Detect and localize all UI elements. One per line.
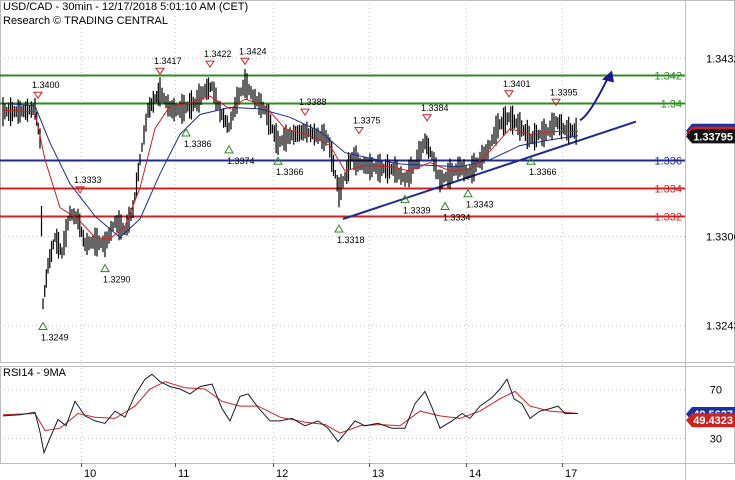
key-level-label: 1.334 [654,184,682,196]
key-level-label: 1.342 [654,71,682,83]
price-chart: 1.342 1.34 1.336 1.334 1.332 1.3400 1.3417 1.3… [0,0,735,480]
swing-low-marker [100,263,110,273]
swing-low-label: 1.3249 [41,333,69,343]
swing-high-label: 1.3401 [503,79,531,89]
x-tick-label: 12 [276,468,288,480]
swing-low-label: 1.3366 [529,167,557,177]
swing-high-label: 1.3388 [299,97,327,107]
swing-low-label: 1.3386 [184,139,212,149]
rsi-tick-label: 30 [710,434,722,446]
swing-high-label: 1.3384 [421,103,449,113]
key-level-label: 1.332 [654,212,682,224]
projection-arrow-line [579,73,611,122]
key-level-label: 1.336 [654,156,682,168]
rsi-badge: 49.4323 [693,415,733,427]
swing-low-marker [334,224,344,233]
x-tick-label: 11 [178,468,189,480]
swing-low-marker [38,321,48,331]
swing-high-marker [354,127,364,135]
rsi-line [2,373,578,455]
swing-high-marker [422,114,432,122]
rsi-tick-label: 70 [710,385,722,397]
rsi-ma-line [2,381,579,434]
swing-low-label: 1.3290 [103,275,131,285]
swing-high-marker [155,67,165,76]
x-tick-label: 13 [372,468,384,480]
price-tick-label: 1.3306 [706,232,735,244]
swing-high-marker [240,57,250,66]
swing-low-marker [181,127,191,137]
swing-high-label: 1.3400 [32,80,60,90]
swing-high-marker [205,60,215,69]
swing-high-marker [300,108,310,117]
swing-high-label: 1.3417 [154,56,182,66]
price-tick-label: 1.3243 [706,321,735,333]
projection-arrow-head [602,70,614,83]
swing-high-label: 1.3422 [204,49,232,59]
price-badge: 1.33795 [693,131,733,143]
swing-low-marker [440,201,450,210]
swing-low-label: 1.3343 [466,200,494,210]
swing-low-label: 1.3318 [337,235,365,245]
swing-high-label: 1.3424 [239,46,267,56]
key-level-label: 1.34 [661,99,682,111]
swing-low-label: 1.3334 [443,212,471,222]
swing-high-label: 1.3375 [353,116,381,126]
swing-high-marker [33,91,43,100]
x-tick-label: 14 [469,468,481,480]
price-tick-label: 1.3432 [706,54,735,66]
swing-low-marker [224,144,234,154]
swing-high-marker [504,90,514,98]
price-panel-frame [0,0,735,363]
x-tick-label: 10 [84,468,96,480]
x-tick-label: 17 [565,468,577,480]
swing-high-label: 1.3395 [550,87,578,97]
rsi-panel-frame [0,366,735,464]
swing-low-label: 1.3366 [276,167,304,177]
swing-low-label: 1.3339 [403,205,431,215]
swing-high-label: 1.3333 [74,175,102,185]
swing-low-marker [463,188,473,198]
swing-low-label: 1.3374 [227,156,255,166]
